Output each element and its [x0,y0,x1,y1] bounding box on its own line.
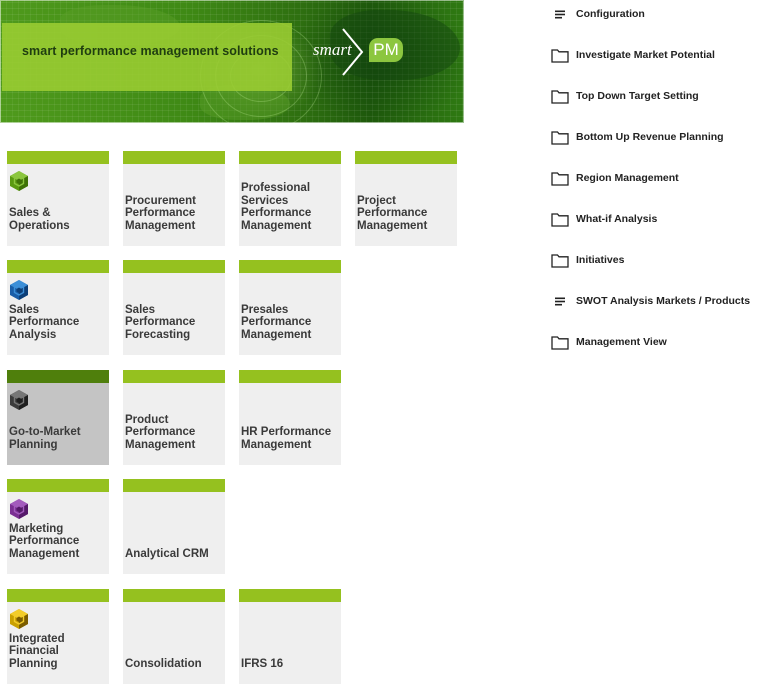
tile-label: Presales Performance Management [241,303,312,341]
module-tile[interactable]: Sales Performance Analysis [7,260,109,355]
menu-item[interactable]: SWOT Analysis Markets / Products [551,292,768,312]
cube-icon-gold [9,608,29,630]
module-tile[interactable]: Integrated Financial Planning [7,589,109,684]
menu-item[interactable]: What-if Analysis [551,210,768,230]
tile-header-bar [123,370,225,383]
tile-label: Marketing Performance Management [9,522,80,560]
folder-icon [551,48,569,63]
menu-item-label: Management View [576,336,667,348]
module-tile[interactable]: Procurement Performance Management [123,151,225,246]
tile-header-bar [7,260,109,273]
menu-item-label: Configuration [576,8,645,20]
module-tile[interactable]: Analytical CRM [123,479,225,574]
tile-label: Product Performance Management [125,413,196,451]
module-tile[interactable]: Presales Performance Management [239,260,341,355]
tile-header-bar [239,151,341,164]
tile-header-bar [123,479,225,492]
module-tile[interactable]: Sales Performance Forecasting [123,260,225,355]
tile-header-bar [355,151,457,164]
tile-header-bar [7,151,109,164]
tile-header-bar [123,151,225,164]
tile-label: Project Performance Management [357,194,428,232]
tile-header-bar [239,370,341,383]
cube-icon-green [9,170,29,192]
tile-label: HR Performance Management [241,426,332,451]
cube-icon-blue [9,279,29,301]
menu-item-label: Initiatives [576,254,625,266]
banner-frame [0,0,464,123]
folder-icon [551,212,569,227]
tile-label: Consolidation [125,657,202,670]
module-tile[interactable]: Marketing Performance Management [7,479,109,574]
folder-icon [551,171,569,186]
menu-item-label: Region Management [576,172,679,184]
tile-label: Integrated Financial Planning [9,632,65,670]
tile-label: Sales Performance Analysis [9,303,80,341]
module-tile[interactable]: Project Performance Management [355,151,457,246]
tile-label: Professional Services Performance Manage… [241,182,312,232]
menu-item-label: Top Down Target Setting [576,90,699,102]
tile-header-bar [7,370,109,383]
folder-icon [551,130,569,145]
cube-icon-purple [9,498,29,520]
menu-item-label: Investigate Market Potential [576,49,715,61]
folder-icon [551,253,569,268]
module-tile[interactable]: Sales & Operations [7,151,109,246]
module-tile[interactable]: Go-to-Market Planning [7,370,109,465]
module-tile[interactable]: Consolidation [123,589,225,684]
folder-icon [551,335,569,350]
tile-header-bar [7,589,109,602]
menu-item[interactable]: Investigate Market Potential [551,46,768,66]
tile-label: Go-to-Market Planning [9,426,81,451]
module-tile[interactable]: Professional Services Performance Manage… [239,151,341,246]
menu-item-label: Bottom Up Revenue Planning [576,131,724,143]
tile-header-bar [123,589,225,602]
menu-item[interactable]: Bottom Up Revenue Planning [551,128,768,148]
menu-item-label: SWOT Analysis Markets / Products [576,295,751,307]
menu-item[interactable]: Configuration [551,5,768,25]
tile-label: Sales Performance Forecasting [125,303,196,341]
tile-label: Sales & Operations [9,207,70,232]
tile-label: Analytical CRM [125,547,209,560]
list-icon [551,294,569,309]
folder-icon [551,89,569,104]
tile-header-bar [239,589,341,602]
module-tile[interactable]: Product Performance Management [123,370,225,465]
tile-header-bar [239,260,341,273]
menu-item[interactable]: Top Down Target Setting [551,87,768,107]
menu-item[interactable]: Initiatives [551,251,768,271]
module-tile[interactable]: HR Performance Management [239,370,341,465]
menu-item[interactable]: Region Management [551,169,768,189]
tile-label: IFRS 16 [241,657,284,670]
tile-header-bar [7,479,109,492]
menu-item[interactable]: Management View [551,333,768,353]
tile-header-bar [123,260,225,273]
tile-label: Procurement Performance Management [125,194,196,232]
menu-item-label: What-if Analysis [576,213,658,225]
list-icon [551,7,569,22]
smartpm-banner: smart performance management solutions s… [0,0,464,123]
cube-icon-grey [9,389,29,411]
module-tile[interactable]: IFRS 16 [239,589,341,684]
